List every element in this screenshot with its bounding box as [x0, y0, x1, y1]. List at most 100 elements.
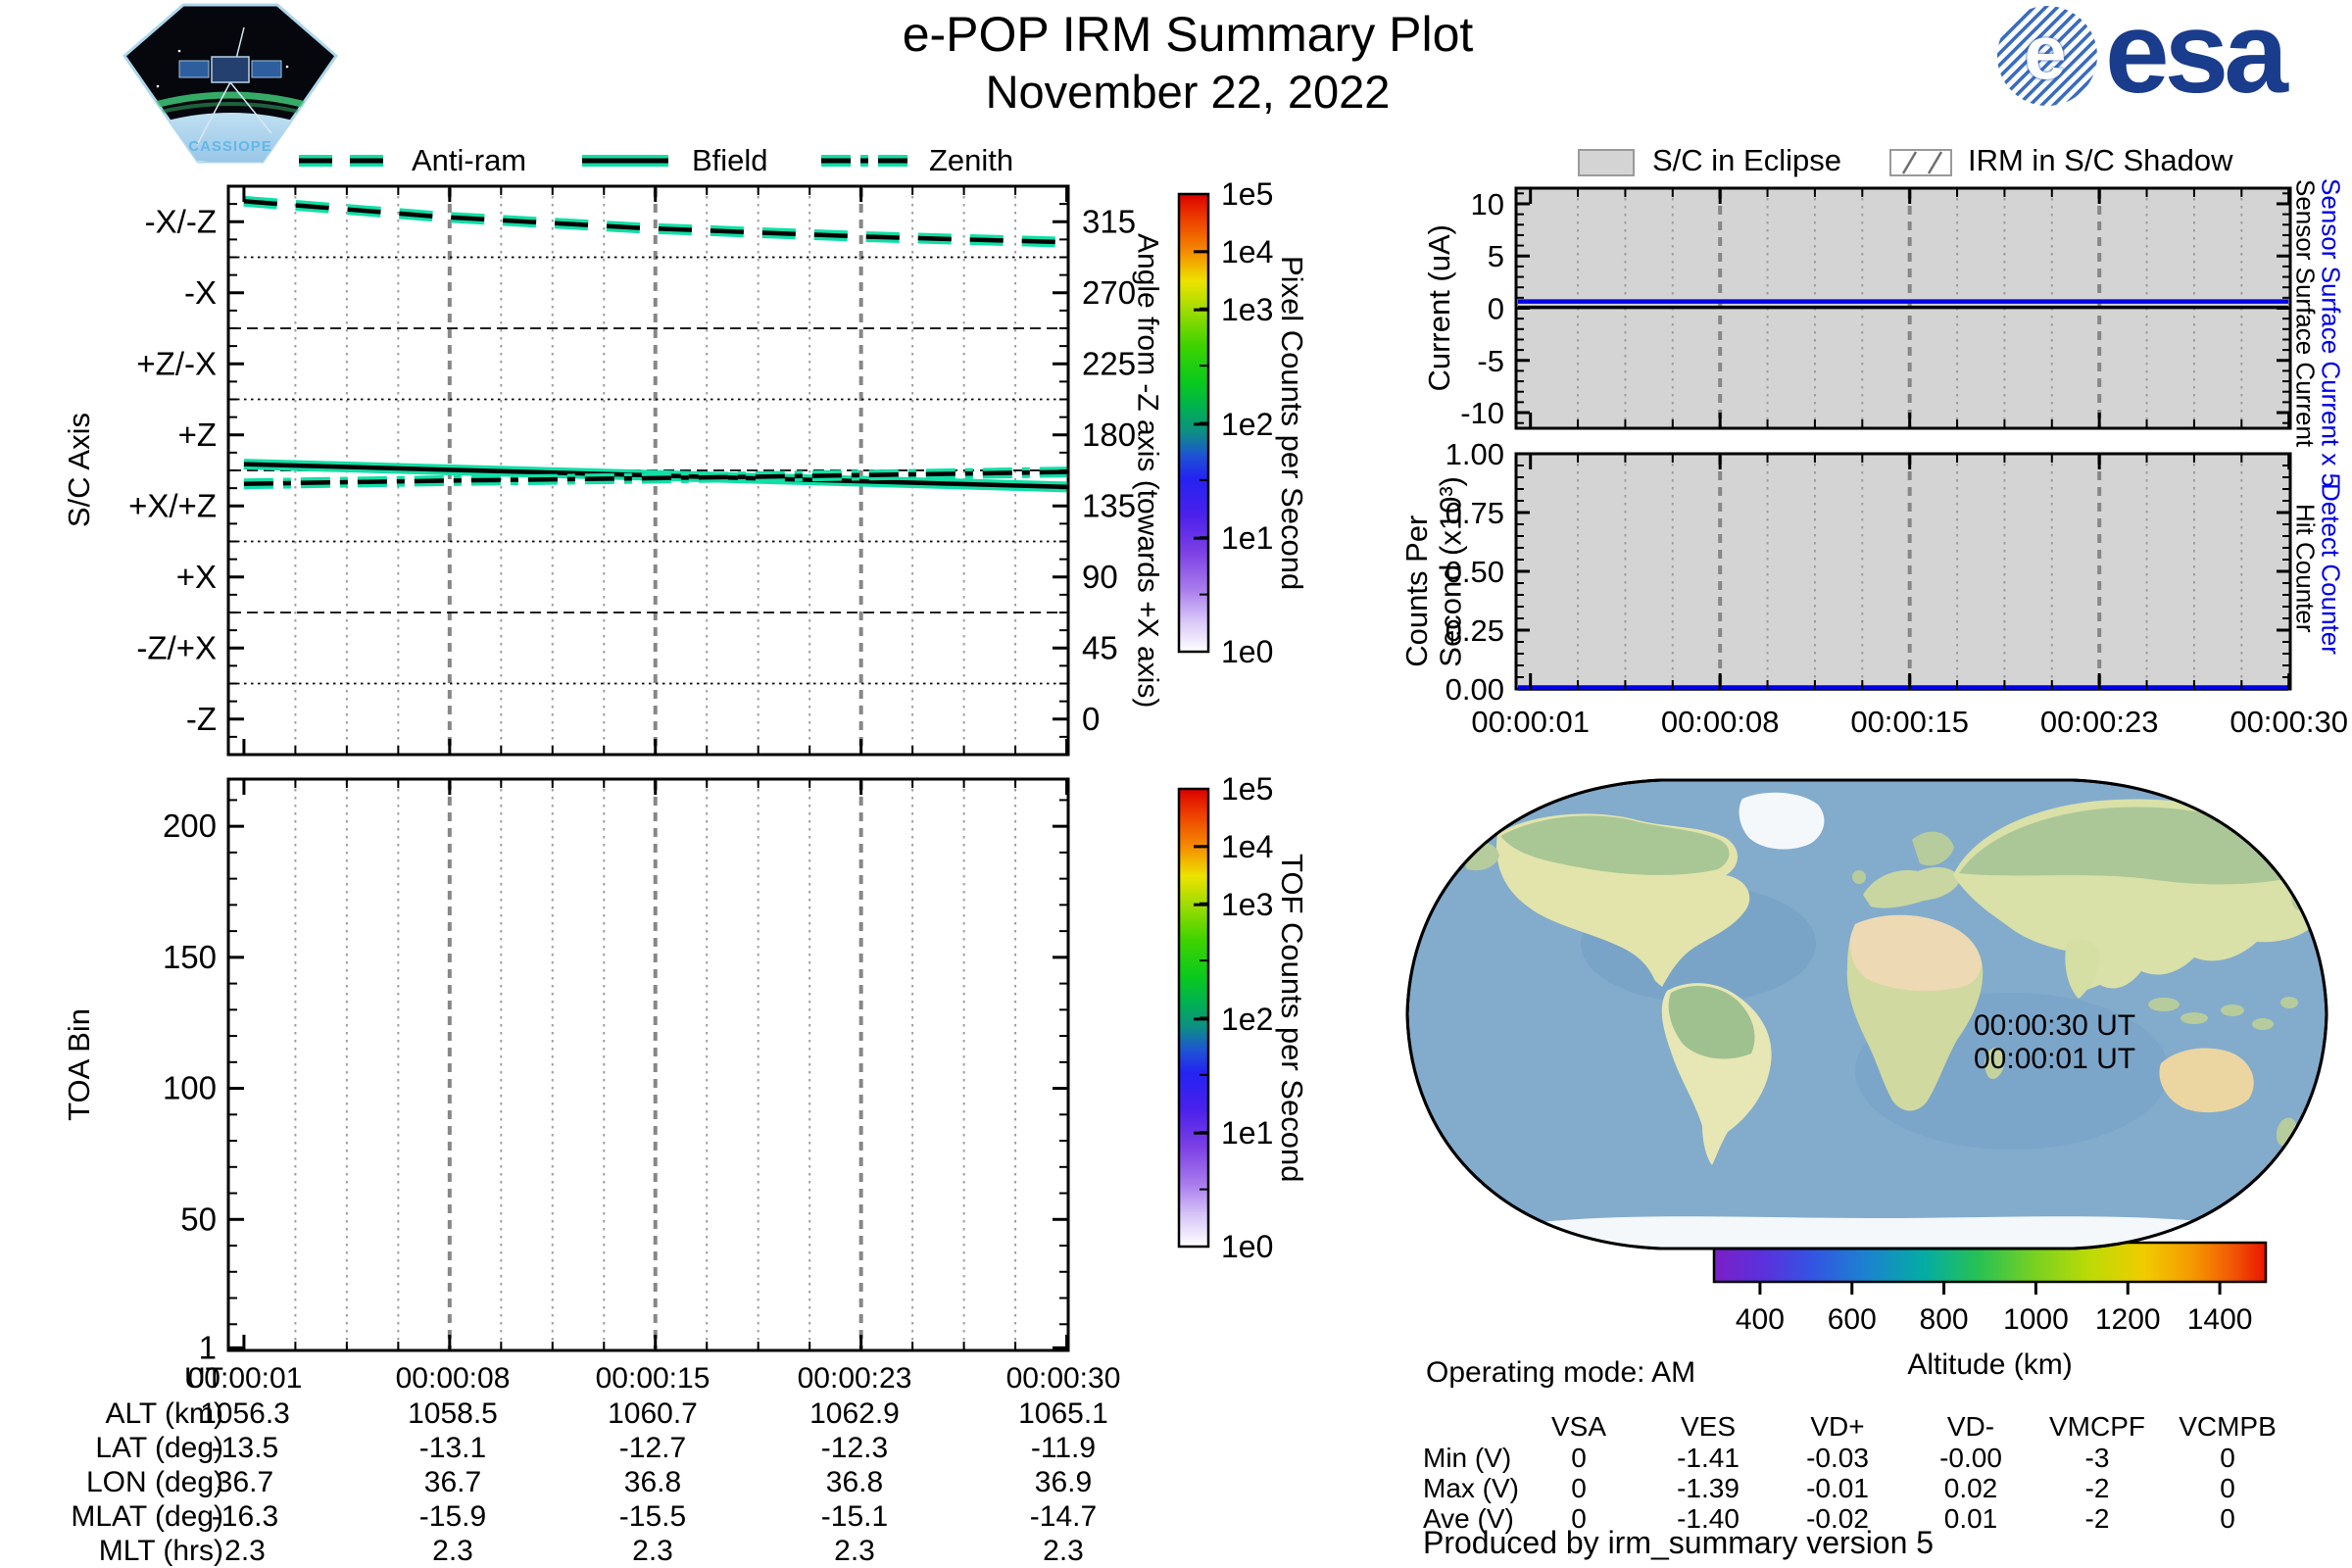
- ephemeris-cell: 2.3: [632, 1535, 673, 1567]
- altitude-tick-label: 1000: [2003, 1303, 2069, 1336]
- ephemeris-cell: -14.7: [1029, 1500, 1098, 1533]
- time-xtick-label: 00:00:30: [2230, 705, 2348, 739]
- ephemeris-cell: 1065.1: [1018, 1397, 1108, 1430]
- time-xtick-label: 00:00:15: [1850, 705, 1969, 739]
- current-ytick-label: -5: [1477, 344, 1504, 378]
- attitude-right-ytick-label: 45: [1082, 629, 1118, 665]
- ephemeris-cell: -13.1: [418, 1432, 487, 1464]
- ephemeris-cell: 36.7: [216, 1466, 274, 1498]
- detect-counter-label-wrap: Detect Counter: [2316, 446, 2345, 691]
- time-xtick-label: 00:00:01: [1471, 705, 1590, 739]
- ephemeris-cell: 36.8: [825, 1466, 884, 1498]
- toa-ytick-label: 200: [163, 808, 217, 844]
- attitude-ytick-label: +X/+Z: [128, 487, 217, 523]
- hit-counter-label-wrap: Hit Counter: [2290, 446, 2321, 691]
- voltage-cell: 0: [2220, 1443, 2235, 1473]
- attitude-right-ytick-label: 0: [1082, 701, 1100, 737]
- altitude-tick-label: 600: [1828, 1303, 1877, 1336]
- attitude-ytick-label: +X: [176, 559, 217, 595]
- current-ytick-label: -10: [1460, 396, 1504, 430]
- toa-ytick-label: 1: [199, 1329, 217, 1365]
- map-annotation-start-time: 00:00:01 UT: [1974, 1043, 2136, 1075]
- voltage-cell: 0: [2220, 1503, 2235, 1534]
- attitude-right-ylabel: Angle from -Z axis (towards +X axis): [1131, 232, 1164, 709]
- figure-canvas: CASSIOPE e-POP IRM Summary Plot November…: [0, 0, 2352, 1568]
- ephemeris-cell: 2.3: [224, 1535, 266, 1567]
- altitude-tick-label: 800: [1920, 1303, 1969, 1336]
- ephemeris-cell: 36.8: [623, 1466, 682, 1498]
- current-ylabel: Current (uA): [1421, 224, 1456, 392]
- tof-colorbar-label: TOF Counts per Second: [1275, 853, 1310, 1183]
- attitude-ytick-label: +Z/-X: [136, 345, 217, 381]
- colorbar-tick-label: 1e1: [1221, 1115, 1273, 1151]
- ephemeris-cell: 1062.9: [809, 1397, 900, 1430]
- attitude-right-ytick-label: 90: [1082, 559, 1118, 595]
- ephemeris-cell: 36.9: [1034, 1466, 1093, 1498]
- colorbar-tick-label: 1e0: [1221, 1229, 1273, 1264]
- colorbar-tick-label: 1e0: [1221, 634, 1273, 669]
- attitude-ytick-label: -X/-Z: [145, 203, 217, 239]
- attitude-ytick-label: -Z: [186, 701, 217, 737]
- ephemeris-cell: 36.7: [423, 1466, 482, 1498]
- toa-ytick-label: 100: [163, 1070, 217, 1106]
- colorbar-tick-label: 1e5: [1221, 176, 1273, 212]
- plot-frame: [1514, 452, 2292, 691]
- colorbar-tick-label: 1e4: [1221, 829, 1273, 864]
- sensor-current-label-wrap: Sensor Surface Current: [2290, 176, 2321, 451]
- groundtrack-map: [1405, 778, 2328, 1250]
- sensor-current-x5-label-wrap: Sensor Surface Current x 5: [2316, 176, 2345, 490]
- ephemeris-cell: 00:00:15: [595, 1362, 710, 1395]
- attitude-ytick-label: -X: [184, 274, 217, 311]
- ephemeris-cell: 00:00:23: [797, 1362, 912, 1395]
- ephemeris-cell: 2.3: [834, 1535, 875, 1567]
- ephemeris-cell: -15.1: [820, 1500, 889, 1533]
- altitude-colorbar-label: Altitude (km): [1907, 1348, 2073, 1381]
- toa-ylabel-wrap: TOA Bin: [57, 779, 102, 1350]
- ephemeris-cell: 1056.3: [200, 1397, 290, 1430]
- ephemeris-cell: 1060.7: [608, 1397, 698, 1430]
- altitude-tick-label: 1200: [2095, 1303, 2161, 1336]
- time-xtick-label: 00:00:08: [1661, 705, 1780, 739]
- ephemeris-cell: -12.3: [820, 1432, 889, 1464]
- ephemeris-cell: 00:00:08: [395, 1362, 511, 1395]
- current-ytick-label: 0: [1488, 292, 1504, 326]
- ephemeris-cell: 2.3: [1043, 1535, 1084, 1567]
- ephemeris-cell: 00:00:30: [1005, 1362, 1121, 1395]
- voltage-cell: 0: [2220, 1473, 2235, 1503]
- toa-ytick-label: 50: [180, 1200, 217, 1237]
- attitude-ytick-label: -Z/+X: [136, 629, 217, 665]
- ephemeris-cell: 00:00:01: [187, 1362, 303, 1395]
- hit-counter-label: Hit Counter: [2290, 504, 2321, 633]
- pixel-colorbar-label: Pixel Counts per Second: [1275, 255, 1310, 591]
- toa-ytick-label: 150: [163, 939, 217, 975]
- ephemeris-cell: -12.7: [618, 1432, 687, 1464]
- counts-ylabel: Counts Per Second (x10³): [1399, 475, 1468, 667]
- current-ytick-label: 5: [1488, 239, 1504, 273]
- colorbar-tick-label: 1e2: [1221, 1002, 1273, 1037]
- colorbar-tick-label: 1e1: [1221, 520, 1273, 556]
- tof-colorbar-label-wrap: TOF Counts per Second: [1269, 789, 1314, 1247]
- ephemeris-cell: -13.5: [211, 1432, 279, 1464]
- colorbar-tick-label: 1e3: [1221, 292, 1273, 327]
- current-ytick-label: 10: [1471, 187, 1504, 221]
- sensor-surface-current-label: Sensor Surface Current: [2290, 179, 2321, 448]
- altitude-tick-label: 1400: [2187, 1303, 2253, 1336]
- colorbar-tick-label: 1e4: [1221, 234, 1273, 270]
- toa-ylabel: TOA Bin: [61, 1008, 96, 1121]
- ephemeris-cell: 1058.5: [408, 1397, 498, 1430]
- attitude-right-ylabel-wrap: Angle from -Z axis (towards +X axis): [1127, 186, 1168, 755]
- colorbar-tick-label: 1e2: [1221, 407, 1273, 442]
- ephemeris-cell: 2.3: [432, 1535, 473, 1567]
- attitude-ylabel: S/C Axis: [61, 413, 96, 528]
- counts-ylabel-wrap: Counts Per Second (x10³): [1396, 434, 1474, 709]
- ephemeris-cell: -11.9: [1030, 1432, 1097, 1464]
- altitude-tick-label: 400: [1736, 1303, 1785, 1336]
- ephemeris-cell: -15.9: [418, 1500, 487, 1533]
- time-xtick-label: 00:00:23: [2040, 705, 2159, 739]
- map-annotation-end-time: 00:00:30 UT: [1974, 1009, 2136, 1042]
- attitude-ytick-label: +Z: [178, 416, 217, 453]
- current-ylabel-wrap: Current (uA): [1417, 188, 1462, 428]
- pixel-colorbar-label-wrap: Pixel Counts per Second: [1269, 194, 1314, 652]
- operating-mode-label: Operating mode: AM: [1426, 1356, 1696, 1389]
- attitude-ylabel-wrap: S/C Axis: [57, 186, 102, 755]
